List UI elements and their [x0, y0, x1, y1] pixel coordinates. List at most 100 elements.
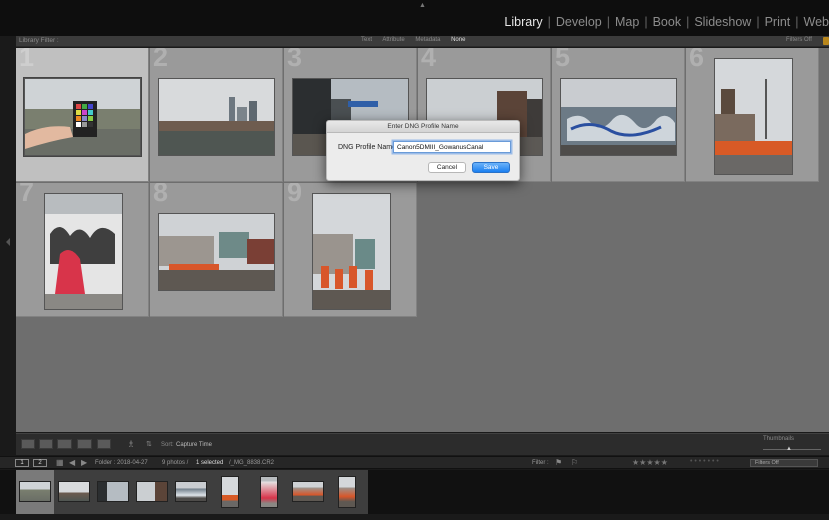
filmstrip-header: 1 2 ▦ ◀ ▶ Folder : 2018-04-27 9 photos /… [0, 456, 829, 469]
photo-thumbnail [158, 78, 275, 156]
library-filter-bar: Library Filter : Text Attribute Metadata… [16, 36, 829, 47]
cell-number: 3 [287, 48, 303, 72]
filmstrip-item[interactable] [16, 470, 54, 514]
flag-filter-icon[interactable]: ⚑ [555, 458, 562, 467]
color-label-filter[interactable]: • • • • • • • [690, 458, 719, 465]
filmstrip-item[interactable] [328, 470, 366, 514]
grid-cell[interactable]: 9 [284, 183, 417, 317]
collapse-top-panel-icon[interactable]: ▲ [419, 2, 426, 9]
profile-name-input[interactable] [393, 141, 511, 153]
cell-number: 1 [19, 48, 35, 72]
filter-text[interactable]: Text [361, 37, 372, 43]
sort-direction-icon[interactable]: ⇅ [146, 440, 152, 448]
photo-thumbnail [158, 213, 275, 291]
painter-icon[interactable]: ♗ [127, 439, 135, 450]
module-picker-bar: ▲ Library | Develop | Map | Book | Slideshow | Pri… [0, 0, 829, 36]
filter-metadata[interactable]: Metadata [415, 37, 440, 43]
separator: | [795, 15, 799, 29]
loupe-view-icon[interactable] [39, 439, 53, 449]
cell-number: 8 [153, 183, 169, 207]
filter-attribute[interactable]: Attribute [382, 37, 404, 43]
filmstrip-item[interactable] [250, 470, 288, 514]
grid-icon[interactable]: ▦ [56, 458, 64, 467]
compare-view-icon[interactable] [57, 439, 72, 449]
secondary-window-button[interactable]: 2 [33, 459, 47, 467]
filter-none[interactable]: None [451, 37, 465, 43]
grid-cell[interactable]: 5 [552, 48, 685, 182]
selected-count: 1 selected [196, 460, 224, 466]
cell-number: 9 [287, 183, 303, 207]
filmstrip-item[interactable] [172, 470, 210, 514]
dialog-title: Enter DNG Profile Name [327, 121, 519, 133]
sort-label: Sort: [161, 442, 174, 448]
separator: | [756, 15, 760, 29]
thumbnails-label: Thumbnails [763, 436, 795, 442]
filmstrip-item[interactable] [211, 470, 249, 514]
separator: | [686, 15, 690, 29]
grid-toolbar: ♗ ⇅ Sort: Capture Time Thumbnails ▲ [16, 433, 829, 455]
filmstrip-thumbnail [292, 481, 324, 502]
photo-thumbnail [23, 77, 142, 157]
filmstrip-thumbnail [338, 476, 356, 508]
grid-cell[interactable]: 1 [16, 48, 149, 182]
cell-number: 7 [19, 183, 35, 207]
back-arrow-icon[interactable]: ◀ [69, 458, 75, 467]
grid-cell[interactable]: 8 [150, 183, 283, 317]
cell-number: 5 [555, 48, 571, 72]
separator: | [606, 15, 610, 29]
filmstrip-item[interactable] [55, 470, 93, 514]
module-library[interactable]: Library [504, 15, 542, 29]
lock-icon[interactable] [823, 37, 829, 45]
cell-number: 4 [421, 48, 437, 72]
photo-thumbnail [312, 193, 391, 310]
module-web[interactable]: Web [804, 15, 829, 29]
grid-cell[interactable]: 6 [686, 48, 819, 182]
grid-cell[interactable]: 2 [150, 48, 283, 182]
photo-thumbnail [560, 78, 677, 156]
library-filter-title: Library Filter : [19, 37, 59, 44]
filmstrip-thumbnail [19, 481, 51, 502]
grid-cell[interactable]: 7 [16, 183, 149, 317]
file-name[interactable]: /_MG_8838.CR2 [229, 460, 274, 466]
filter-options: Text Attribute Metadata None [361, 37, 474, 43]
cancel-button[interactable]: Cancel [428, 162, 466, 173]
thumbnail-size-slider[interactable] [763, 449, 821, 450]
grid-view-icon[interactable] [21, 439, 35, 449]
forward-arrow-icon[interactable]: ▶ [81, 458, 87, 467]
filter-label: Filter : [532, 460, 549, 466]
module-print[interactable]: Print [765, 15, 791, 29]
filmstrip-item[interactable] [133, 470, 171, 514]
module-map[interactable]: Map [615, 15, 639, 29]
sort-dropdown[interactable]: Capture Time [176, 442, 212, 448]
star-rating-icon[interactable]: ★★★★★ [632, 458, 668, 467]
survey-view-icon[interactable] [77, 439, 92, 449]
filmstrip-thumbnail [221, 476, 239, 508]
filmstrip-thumbnail [175, 481, 207, 502]
separator: | [547, 15, 551, 29]
filmstrip-item[interactable] [289, 470, 327, 514]
module-slideshow[interactable]: Slideshow [694, 15, 751, 29]
filmstrip-thumbnail [97, 481, 129, 502]
separator: | [644, 15, 648, 29]
module-book[interactable]: Book [653, 15, 682, 29]
folder-path[interactable]: Folder : 2018-04-27 [95, 460, 148, 466]
module-develop[interactable]: Develop [556, 15, 602, 29]
slider-knob[interactable]: ▲ [786, 446, 792, 452]
module-menu: Library | Develop | Map | Book | Slideshow | Print… [504, 15, 829, 29]
save-button[interactable]: Save [472, 162, 510, 173]
filmstrip-item[interactable] [94, 470, 132, 514]
photo-thumbnail [44, 193, 123, 310]
filmstrip-thumbnail [58, 481, 90, 502]
dng-profile-dialog: Enter DNG Profile Name DNG Profile Name … [326, 120, 520, 181]
filters-off-dropdown[interactable]: Filters Off [750, 459, 818, 467]
cell-number: 6 [689, 48, 705, 72]
profile-name-label: DNG Profile Name [338, 144, 396, 151]
flag-filter-icon[interactable]: ⚐ [571, 458, 578, 467]
photo-thumbnail [714, 58, 793, 175]
cell-number: 2 [153, 48, 169, 72]
people-view-icon[interactable] [97, 439, 111, 449]
filter-presets-dropdown[interactable]: Filters Off [786, 37, 812, 43]
expand-left-panel-icon[interactable] [6, 238, 10, 246]
filmstrip [0, 470, 829, 514]
primary-window-button[interactable]: 1 [15, 459, 29, 467]
